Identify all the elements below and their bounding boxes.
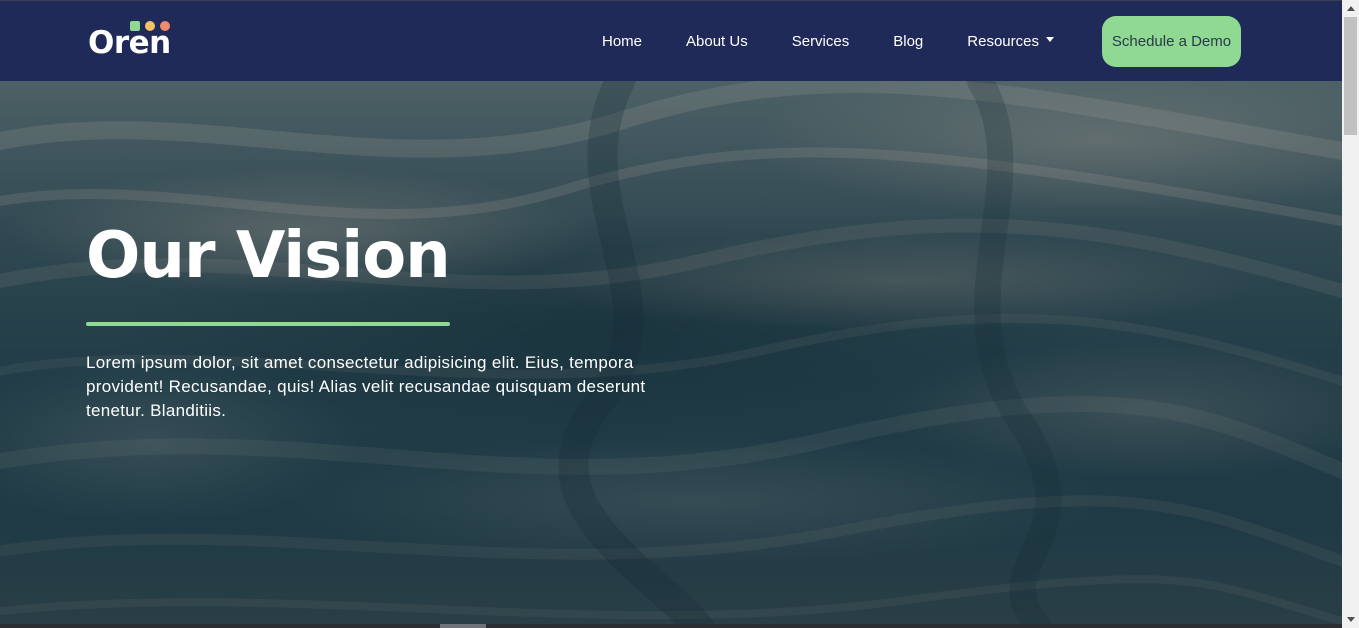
schedule-demo-button[interactable]: Schedule a Demo xyxy=(1102,16,1241,67)
vertical-scrollbar[interactable] xyxy=(1342,0,1359,628)
brand-name: Oren xyxy=(88,25,171,61)
navbar: Oren Home About Us Services Blog Resourc… xyxy=(0,0,1342,81)
arrow-up-icon xyxy=(1346,6,1355,11)
browser-viewport: Oren Home About Us Services Blog Resourc… xyxy=(0,0,1359,628)
scrollbar-thumb[interactable] xyxy=(1344,17,1357,135)
nav-resources-label: Resources xyxy=(967,32,1039,50)
bottom-tab-marker xyxy=(440,624,486,628)
hero-description: Lorem ipsum dolor, sit amet consectetur … xyxy=(86,353,646,420)
nav-home[interactable]: Home xyxy=(602,33,642,50)
nav-blog[interactable]: Blog xyxy=(893,33,923,50)
caret-down-icon xyxy=(1045,37,1054,43)
bottom-edge xyxy=(0,624,1342,628)
hero-section: Our Vision Lorem ipsum dolor, sit amet c… xyxy=(0,81,1342,628)
hero-divider xyxy=(86,322,450,326)
arrow-down-icon xyxy=(1346,617,1355,622)
nav-services[interactable]: Services xyxy=(792,33,850,50)
nav-about-us[interactable]: About Us xyxy=(686,33,748,50)
brand-logo[interactable]: Oren xyxy=(88,19,178,63)
hero-title: Our Vision xyxy=(86,219,451,293)
nav-resources-dropdown[interactable]: Resources xyxy=(967,33,1054,50)
scroll-down-button[interactable] xyxy=(1342,611,1359,628)
main-nav: Home About Us Services Blog Resources xyxy=(580,1,1098,81)
page: Oren Home About Us Services Blog Resourc… xyxy=(0,0,1342,628)
scroll-up-button[interactable] xyxy=(1342,0,1359,17)
